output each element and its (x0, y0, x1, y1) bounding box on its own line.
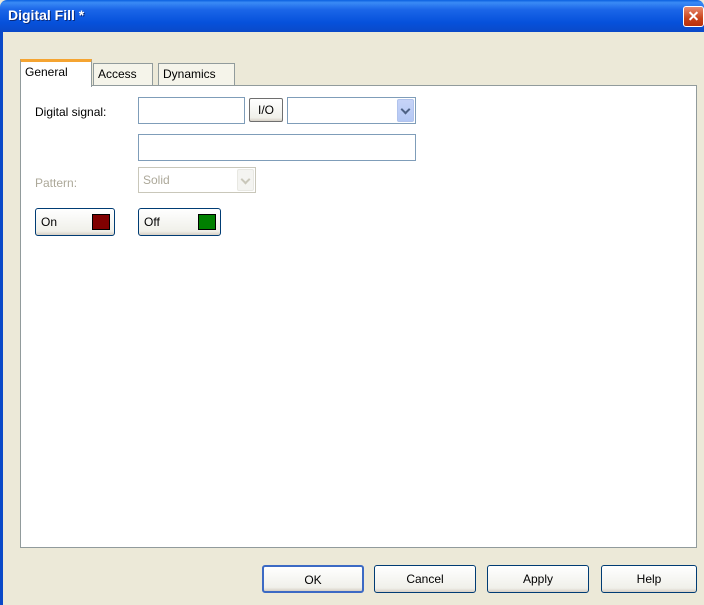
io-button-label: I/O (257, 103, 274, 117)
tab-dynamics[interactable]: Dynamics (158, 63, 235, 85)
chevron-down-icon[interactable] (397, 99, 414, 122)
off-button-label: Off (144, 215, 160, 229)
pattern-dropdown: Solid (138, 167, 256, 193)
on-button-label: On (41, 215, 58, 229)
window-title: Digital Fill * (8, 7, 85, 23)
tab-general[interactable]: General (20, 59, 92, 87)
expression-input[interactable] (138, 134, 416, 161)
ok-button-label: OK (304, 573, 322, 587)
cancel-button[interactable]: Cancel (374, 565, 476, 593)
tab-general-label: General (25, 65, 68, 79)
window-frame (0, 32, 3, 605)
apply-button[interactable]: Apply (487, 565, 589, 593)
signal-dropdown[interactable] (287, 97, 416, 124)
general-tab-panel: Digital signal: I/O Pattern: Solid On Of… (20, 85, 697, 548)
title-bar[interactable]: Digital Fill * (0, 0, 704, 32)
off-color-swatch (198, 214, 216, 230)
pattern-label: Pattern: (35, 176, 78, 190)
cancel-button-label: Cancel (406, 572, 444, 586)
tab-dynamics-label: Dynamics (163, 67, 216, 81)
close-icon[interactable] (683, 6, 704, 27)
ok-button[interactable]: OK (262, 565, 364, 593)
help-button-label: Help (636, 572, 662, 586)
pattern-value: Solid (143, 173, 170, 187)
off-color-button[interactable]: Off (138, 208, 221, 236)
dialog-window: Digital Fill * General Access Dynamics D… (0, 0, 704, 605)
chevron-down-icon (237, 169, 254, 191)
help-button[interactable]: Help (601, 565, 697, 593)
apply-button-label: Apply (522, 572, 554, 586)
tab-access-label: Access (98, 67, 137, 81)
digital-signal-input[interactable] (138, 97, 245, 124)
on-color-swatch (92, 214, 110, 230)
digital-signal-label: Digital signal: (35, 105, 107, 119)
io-button[interactable]: I/O (249, 98, 283, 122)
tab-access[interactable]: Access (93, 63, 153, 85)
on-color-button[interactable]: On (35, 208, 115, 236)
